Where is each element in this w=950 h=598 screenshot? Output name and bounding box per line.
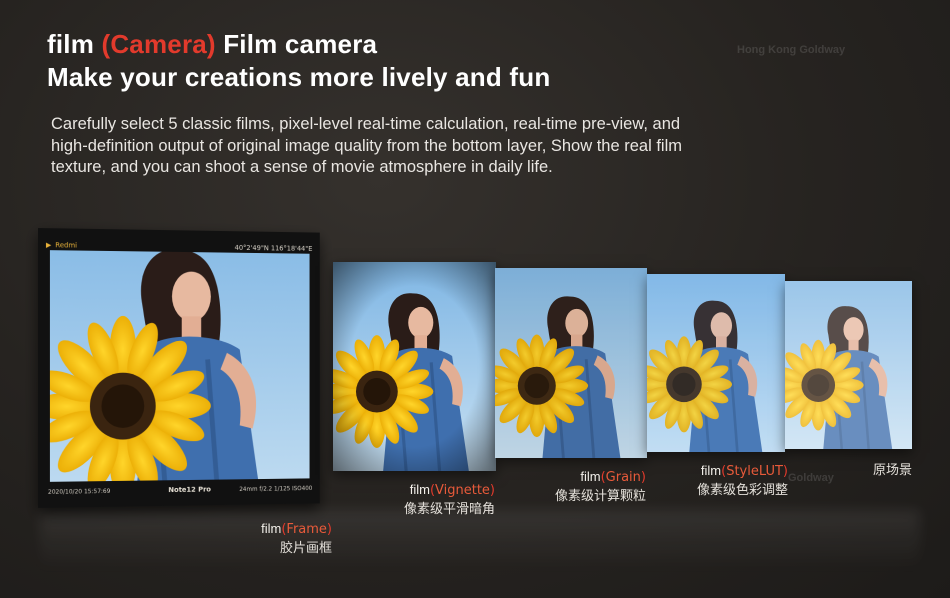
- watermark-secondary: Goldway: [788, 472, 834, 484]
- label-prefix: film: [261, 521, 282, 536]
- label-stylelut: film(StyleLUT) 像素级色彩调整: [668, 461, 788, 500]
- photo-grain: [495, 268, 647, 458]
- scene-image: [495, 268, 647, 458]
- label-bracket-close: ): [489, 483, 495, 498]
- headline-bracket-close: ): [206, 29, 216, 59]
- label-bracket-close: ): [640, 470, 646, 485]
- label-name: Vignette: [435, 483, 490, 498]
- label-cn: 像素级计算颗粒: [554, 489, 646, 504]
- label-prefix: film: [409, 482, 430, 497]
- headline-camera-accent: Camera: [110, 29, 207, 59]
- label-cn: 像素级平滑暗角: [403, 502, 495, 517]
- label-prefix: film: [700, 463, 722, 478]
- photo-original: [785, 281, 912, 449]
- label-frame: film(Frame) 胶片画框: [232, 519, 332, 558]
- scene-image: [647, 274, 785, 452]
- headline: film (Camera) Film camera Make your crea…: [47, 28, 550, 94]
- camera-brand-text: Redmi: [55, 241, 78, 250]
- play-icon: ▶: [45, 241, 52, 250]
- label-bracket-close: ): [326, 522, 332, 537]
- headline-line-2: Make your creations more lively and fun: [47, 62, 551, 92]
- photo-vignette: [333, 262, 496, 471]
- headline-bracket-open: (: [101, 29, 111, 59]
- scene-image: [785, 281, 912, 449]
- scene-image: [333, 262, 496, 471]
- headline-film-camera: Film camera: [223, 29, 378, 59]
- watermark: Hong Kong Goldway: [737, 44, 846, 56]
- label-cn: 胶片画框: [279, 541, 332, 556]
- label-vignette: film(Vignette) 像素级平滑暗角: [375, 480, 495, 519]
- floor-reflection: [40, 510, 920, 570]
- camera-brand: ▶ Redmi: [46, 241, 77, 249]
- photo-frame: [50, 250, 310, 482]
- label-name: Frame: [286, 522, 327, 537]
- label-prefix: film: [580, 469, 601, 484]
- label-cn: 像素级色彩调整: [696, 483, 788, 498]
- label-cn: 原场景: [872, 463, 912, 478]
- headline-film-word: film: [47, 29, 95, 59]
- scene-image: [50, 250, 310, 482]
- label-name: StyleLUT: [726, 464, 783, 479]
- description-text: Carefully select 5 classic films, pixel-…: [51, 115, 683, 176]
- camera-datetime: 2020/10/20 15:57:69: [47, 487, 111, 496]
- camera-bottom-bar: 2020/10/20 15:57:69 Note12 Pro 24mm f/2.…: [48, 482, 312, 498]
- camera-specs: 24mm f/2.2 1/125 ISO400: [239, 484, 313, 493]
- label-original: 原场景: [850, 461, 912, 480]
- label-bracket-close: ): [782, 464, 788, 479]
- headline-line-1: film (Camera) Film camera: [47, 28, 550, 61]
- label-grain: film(Grain) 像素级计算颗粒: [530, 467, 646, 506]
- camera-model: Note12 Pro: [168, 485, 211, 495]
- label-name: Grain: [605, 470, 641, 485]
- photo-stylelut: [647, 274, 785, 452]
- camera-frame: ▶ Redmi 40°2'49"N 116°18'44"E 2020/10/20 …: [38, 228, 320, 508]
- camera-coords: 40°2'49"N 116°18'44"E: [234, 243, 313, 253]
